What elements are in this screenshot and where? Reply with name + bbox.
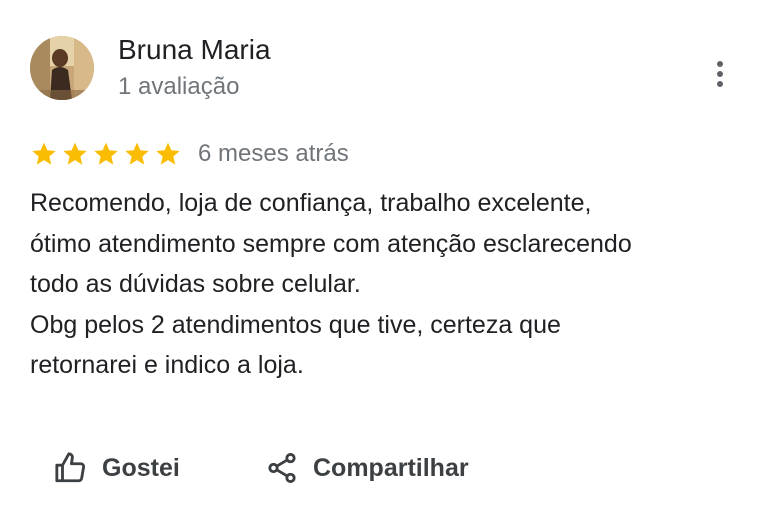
more-options-button[interactable] [702, 54, 738, 94]
rating-row: 6 meses atrás [30, 136, 349, 172]
star-icon [32, 142, 56, 165]
star-icon [156, 142, 180, 165]
star-icon [125, 142, 149, 165]
review-text: Recomendo, loja de confiança, trabalho e… [30, 183, 750, 386]
share-button[interactable]: Compartilhar [265, 446, 469, 490]
author-name[interactable]: Bruna Maria [118, 32, 271, 68]
review-text-line: Obg pelos 2 atendimentos que tive, certe… [30, 310, 561, 339]
review-text-line: todo as dúvidas sobre celular. [30, 270, 361, 298]
like-button-label: Gostei [102, 454, 180, 482]
like-button[interactable]: Gostei [54, 446, 180, 490]
review-text-line: ótimo atendimento sempre com atenção esc… [30, 229, 632, 258]
review-timestamp: 6 meses atrás [198, 140, 349, 167]
share-icon [265, 451, 299, 485]
avatar-photo [30, 36, 94, 100]
author-review-count: 1 avaliação [118, 73, 240, 100]
review-text-line: Recomendo, loja de confiança, trabalho e… [30, 189, 592, 217]
thumbs-up-icon [54, 451, 88, 485]
share-button-label: Compartilhar [313, 454, 469, 482]
review-text-line: retornarei e indico a loja. [30, 351, 304, 379]
star-icon [63, 142, 87, 165]
star-rating [30, 140, 182, 168]
star-icon [94, 142, 118, 165]
avatar[interactable] [30, 36, 94, 100]
more-vert-icon [717, 61, 723, 87]
